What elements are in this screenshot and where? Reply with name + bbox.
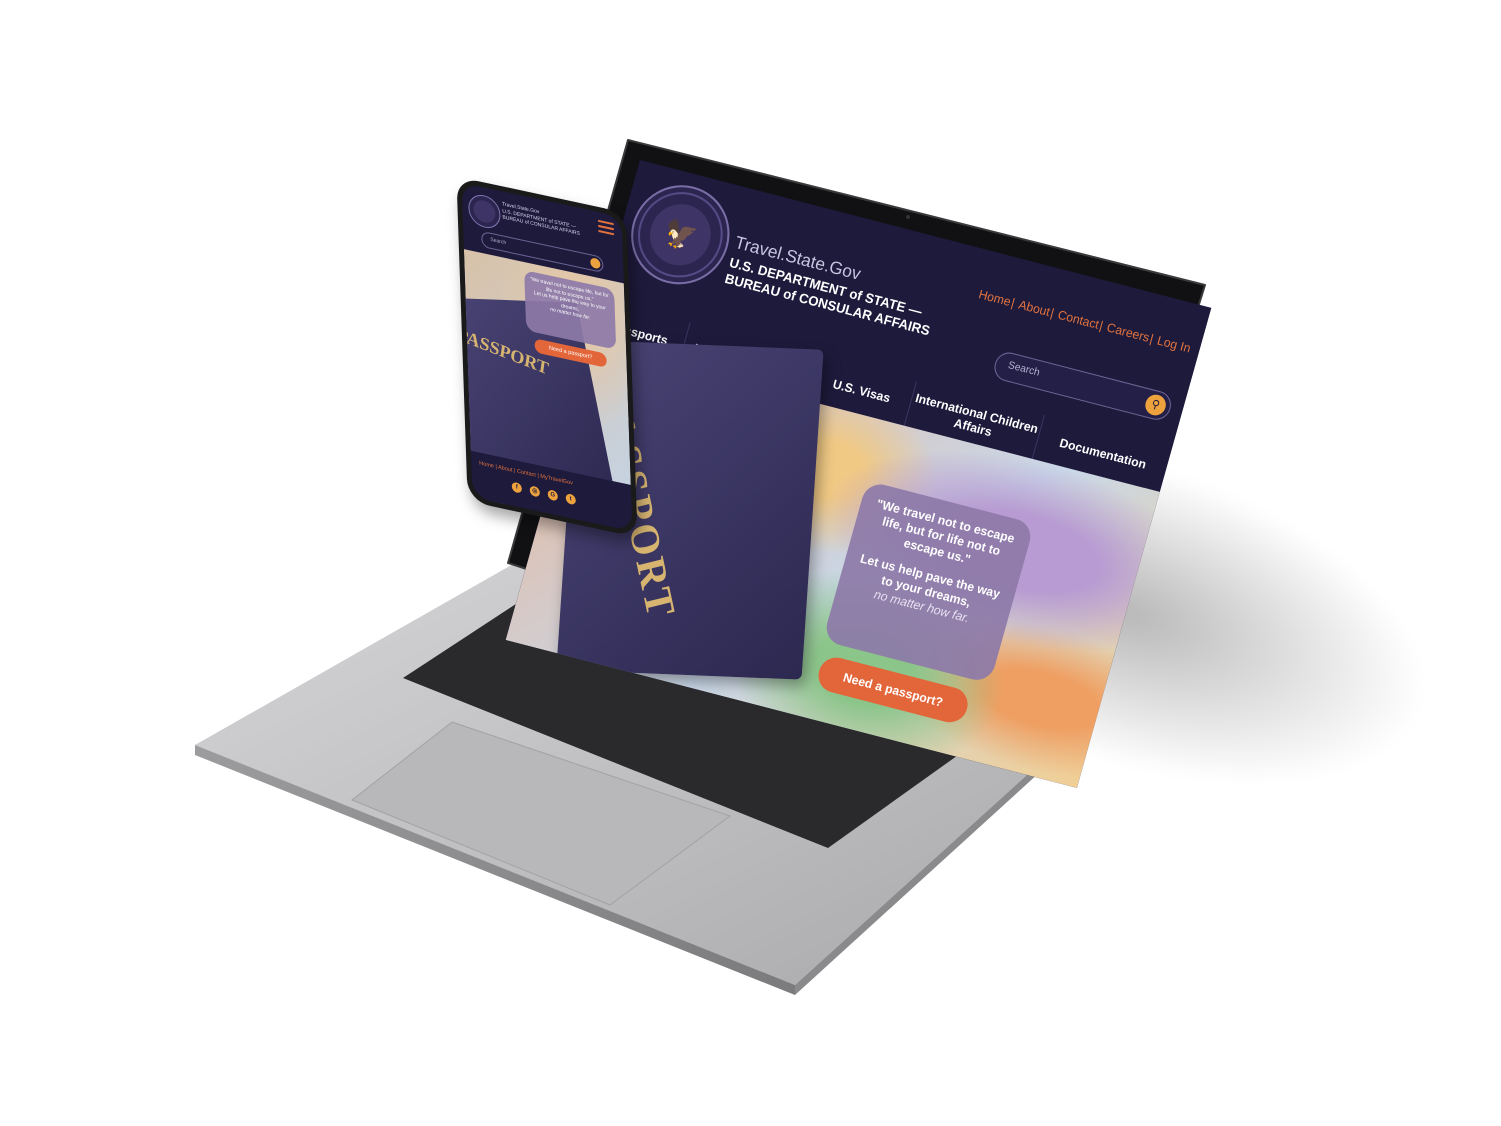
twitter-icon[interactable]: t (565, 493, 576, 506)
link-about[interactable]: About (1017, 297, 1052, 319)
mockup-scene: 🦅 Travel.State.Gov U.S. DEPARTMENT of ST… (0, 0, 1501, 1126)
link-careers[interactable]: Careers (1105, 320, 1151, 345)
link-contact[interactable]: Contact (1056, 307, 1101, 332)
phone-website: Travel.State.Gov U.S. DEPARTMENT of STAT… (461, 182, 633, 532)
state-department-seal[interactable] (467, 191, 501, 232)
search-icon[interactable] (590, 257, 601, 270)
hamburger-menu-icon[interactable] (597, 219, 615, 239)
state-department-seal[interactable]: 🦅 (619, 174, 742, 296)
instagram-icon[interactable]: ◎ (529, 485, 540, 498)
eagle-icon: 🦅 (660, 215, 701, 254)
hero-banner: PASSPORT "We travel not to escape life, … (461, 249, 631, 509)
quote-card: "We travel not to escape life, but for l… (822, 480, 1035, 684)
google-icon[interactable]: G (547, 489, 558, 502)
top-links: Home| About| Contact| Careers| Log In (977, 286, 1193, 356)
phone-brand: Travel.State.Gov U.S. DEPARTMENT of STAT… (502, 201, 580, 237)
link-login[interactable]: Log In (1156, 333, 1193, 356)
search-icon[interactable]: ⚲ (1142, 392, 1169, 418)
phone-device: Travel.State.Gov U.S. DEPARTMENT of STAT… (456, 176, 638, 538)
search-placeholder: Search (490, 236, 507, 247)
facebook-icon[interactable]: f (511, 481, 522, 494)
search-placeholder: Search (1006, 359, 1042, 379)
link-home[interactable]: Home (977, 287, 1012, 309)
